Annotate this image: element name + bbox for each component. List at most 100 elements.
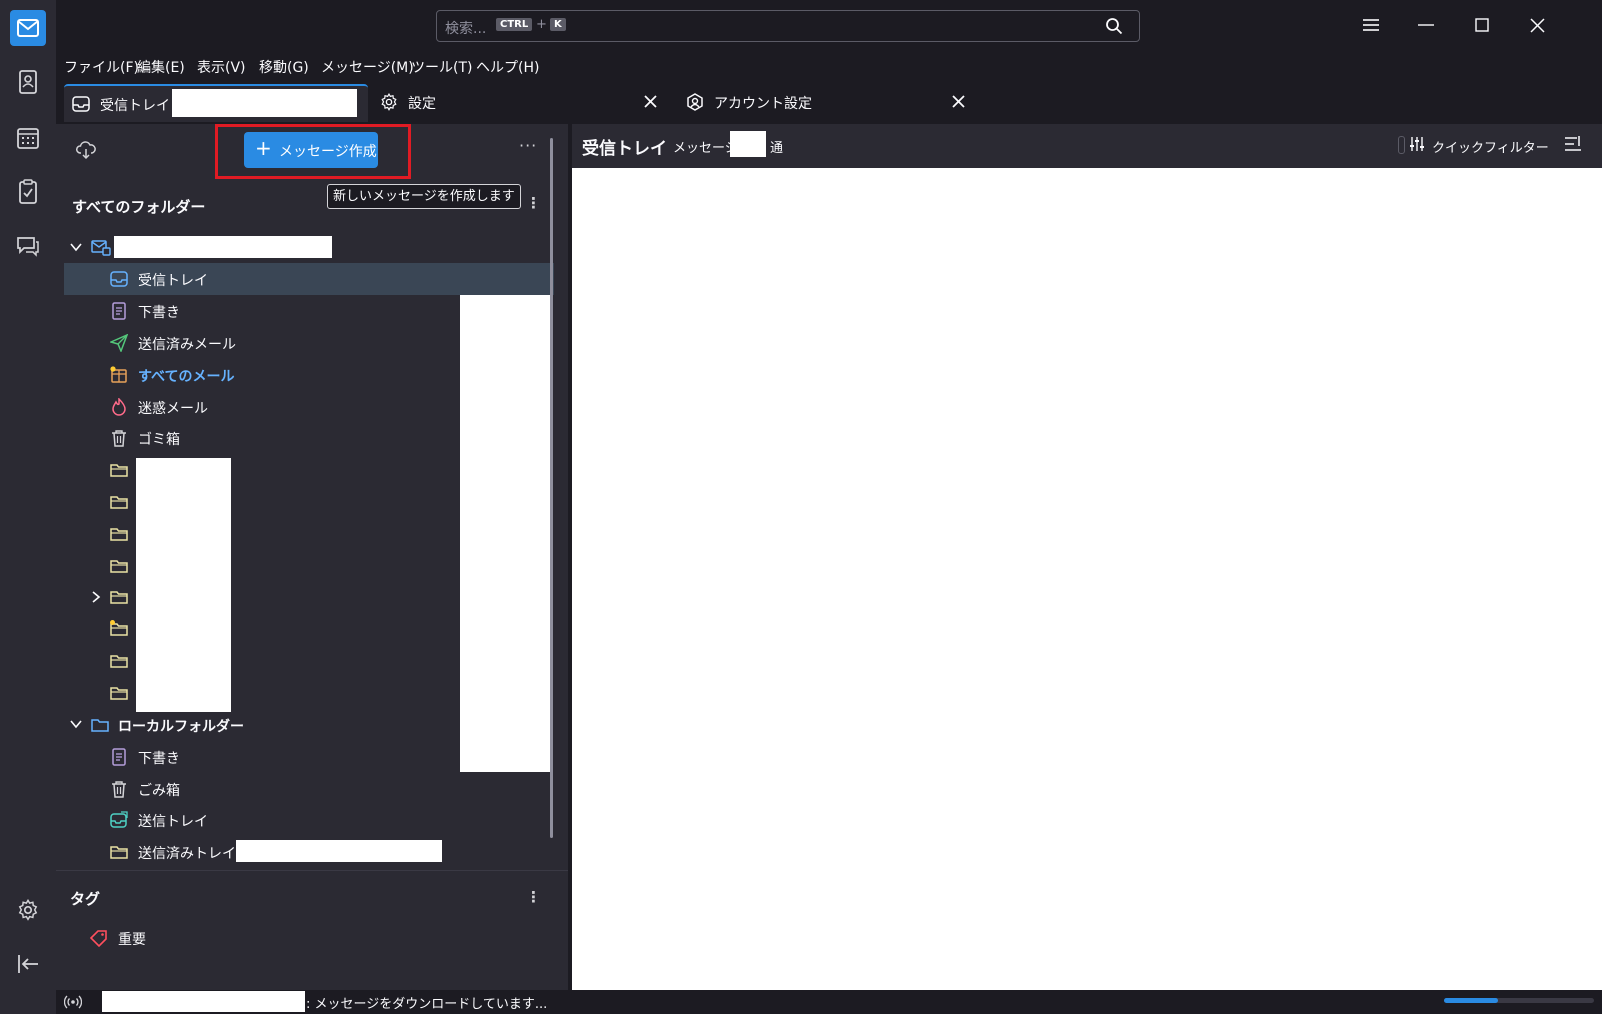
local-folder-icon [91,716,109,734]
local-folder-outbox[interactable]: 送信トレイ [64,804,554,836]
menu-help[interactable]: ヘルプ(H) [476,57,539,77]
compose-tooltip-text: 新しいメッセージを作成します [333,189,515,204]
folder-label: 迷惑メール [138,401,208,417]
redacted-count [730,131,766,157]
folder-label: 送信済みメール [138,337,236,353]
thread-pane-header: 受信トレイ メッセージ 通 クイックフィルター [572,124,1602,168]
folder-title: 受信トレイ [582,139,667,159]
tasks-icon [18,179,38,205]
tab-account-settings[interactable]: アカウント設定 [680,84,980,120]
folder-label: ゴミ箱 [138,432,180,448]
menu-view[interactable]: 表示(V) [197,57,246,77]
more-options-icon[interactable]: ··· [519,136,537,155]
minimize-icon[interactable] [1418,24,1434,26]
search-box[interactable]: 検索... CTRL + K [436,10,1140,42]
filter-toggle[interactable] [1398,136,1405,154]
address-book-icon [18,70,38,94]
close-window-icon[interactable] [1530,18,1545,33]
search-icon[interactable] [1105,17,1123,35]
folder-all-mail[interactable]: すべてのメール [64,359,554,391]
shortcut-ctrl: CTRL [496,18,533,31]
envelope-icon [17,19,39,37]
calendar-button[interactable] [12,122,44,154]
menu-message[interactable]: メッセージ(M) [321,57,414,77]
folder-pane: + メッセージ作成 ··· 新しいメッセージを作成します すべてのフォルダー ⋮… [56,124,568,990]
folder-label: 受信トレイ [138,273,208,289]
account-icon [686,93,704,111]
outbox-icon [110,811,128,829]
redacted-folder-names [136,458,231,712]
trash-icon [110,429,128,447]
trash-icon [110,780,128,798]
message-count-prefix: メッセージ [673,141,738,156]
message-list[interactable] [572,168,1602,990]
chevron-right-icon[interactable] [90,591,102,603]
junk-icon [110,398,128,416]
plus-icon: + [255,136,272,160]
close-tab-icon[interactable] [952,95,965,108]
folder-icon [110,652,128,670]
tasks-button[interactable] [12,176,44,208]
folder-inbox[interactable]: 受信トレイ [64,263,554,295]
redacted-account [172,89,357,117]
gear-icon [380,93,398,111]
compose-button[interactable]: + メッセージ作成 [244,132,378,168]
tab-inbox[interactable]: 受信トレイ - [64,84,368,122]
display-options-icon[interactable] [1564,135,1582,153]
address-book-button[interactable] [12,66,44,98]
drafts-icon [110,302,128,320]
settings-button[interactable] [12,894,44,926]
shortcut-k: K [550,18,566,31]
collapse-spaces-button[interactable] [12,948,44,980]
maximize-icon[interactable] [1475,18,1489,32]
search-placeholder: 検索... [445,21,487,37]
menu-tools[interactable]: ツール(T) [411,57,472,77]
folder-junk[interactable]: 迷惑メール [64,391,554,423]
mail-account-icon [91,239,111,257]
get-messages-icon[interactable] [76,140,96,160]
folder-label: 下書き [138,751,180,767]
tags-options-icon[interactable]: ⋮ [526,888,541,906]
folder-options-icon[interactable]: ⋮ [526,194,541,212]
folder-sent[interactable]: 送信済みメール [64,327,554,359]
chat-button[interactable] [12,230,44,262]
quick-filter-label[interactable]: クイックフィルター [1432,137,1549,156]
folder-icon [110,557,128,575]
folder-scrollbar[interactable] [550,138,553,838]
progress-fill [1444,998,1498,1003]
spaces-toolbar [0,0,56,1014]
folder-label: 送信トレイ [138,814,208,830]
hamburger-menu-icon[interactable] [1362,18,1380,32]
local-folders-row[interactable]: ローカルフォルダー [64,709,554,741]
account-row[interactable] [64,232,554,264]
shortcut-plus: + [536,17,547,32]
local-folder-sent-tray[interactable]: 送信済みトレイ- [64,836,554,868]
menu-edit[interactable]: 編集(E) [137,57,185,77]
redacted-folder-name [236,840,442,862]
tab-bar: 受信トレイ - 設定 アカウント設定 [56,80,1602,124]
folder-trash[interactable]: ゴミ箱 [64,422,554,454]
menu-go[interactable]: 移動(G) [259,57,309,77]
folder-drafts[interactable]: 下書き [64,295,554,327]
inbox-icon [110,270,128,288]
tags-title: タグ [70,890,101,908]
local-folder-trash[interactable]: ごみ箱 [64,773,554,805]
collapse-left-icon [17,954,39,974]
redacted-account-status [102,991,305,1012]
folder-icon [110,684,128,702]
sent-icon [110,334,128,352]
close-tab-icon[interactable] [644,95,657,108]
menu-bar: ファイル(F) 編集(E) 表示(V) 移動(G) メッセージ(M) ツール(T… [56,52,1602,80]
online-status-icon[interactable] [64,994,82,1010]
local-folder-drafts[interactable]: 下書き [64,741,554,773]
tab-settings[interactable]: 設定 [374,84,674,120]
tag-important[interactable]: 重要 [64,922,554,954]
inbox-icon [72,95,90,113]
mail-space-button[interactable] [10,10,46,46]
tag-icon [90,929,108,947]
drafts-icon [110,748,128,766]
chevron-down-icon[interactable] [70,241,82,253]
chevron-down-icon[interactable] [70,718,82,730]
menu-file[interactable]: ファイル(F) [64,57,139,77]
folder-icon [110,525,128,543]
